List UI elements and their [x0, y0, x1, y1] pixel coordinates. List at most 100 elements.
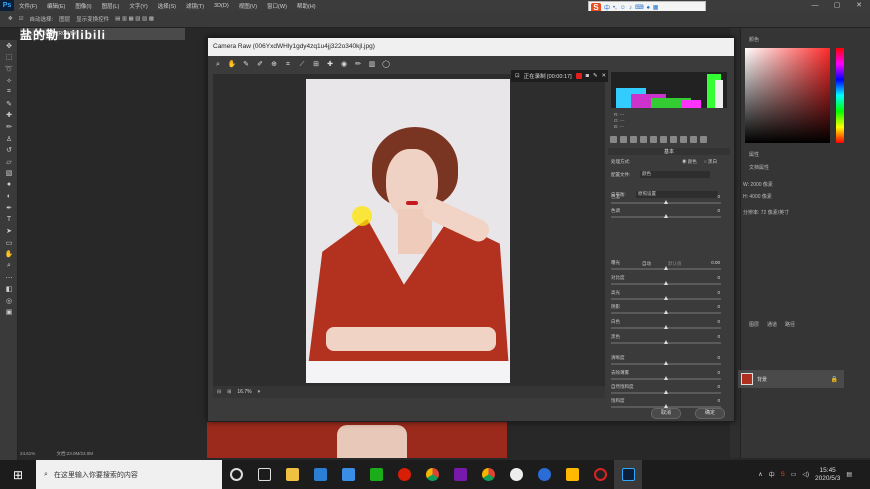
split-toning-icon[interactable] — [650, 136, 657, 143]
brush-icon[interactable]: ✏ — [0, 121, 18, 133]
lasso-icon[interactable]: ➰ — [0, 63, 18, 75]
photoshop-taskbar-icon[interactable] — [614, 460, 642, 489]
move-tool-icon[interactable]: ✥ — [8, 16, 13, 22]
mic-icon[interactable]: ♪ — [629, 5, 632, 11]
slider-8[interactable]: 清晰度 0 — [611, 355, 726, 369]
radial-filter-icon[interactable]: ◯ — [381, 60, 391, 70]
auto-select-mode[interactable]: 图层 — [59, 15, 70, 23]
slider-4[interactable]: 高光 0 — [611, 290, 726, 304]
slider-1[interactable]: 色调 0 — [611, 208, 726, 222]
slider-knob[interactable] — [663, 390, 668, 394]
onenote-icon[interactable] — [446, 460, 474, 489]
pen-icon[interactable]: ✒ — [0, 202, 18, 214]
close-icon[interactable]: ✕ — [848, 0, 870, 11]
slider-knob[interactable] — [663, 376, 668, 380]
layer-row[interactable]: 背景 🔒 — [738, 370, 844, 388]
portrait-photo[interactable] — [306, 79, 510, 383]
menu-edit[interactable]: 编辑(E) — [42, 2, 70, 10]
zoom-level[interactable]: 16.7% — [237, 389, 251, 395]
sogou-tray-icon[interactable]: S — [781, 472, 785, 478]
cortana-icon[interactable] — [222, 460, 250, 489]
slider-value[interactable]: 0 — [717, 355, 720, 360]
hsl-icon[interactable] — [640, 136, 647, 143]
taskbar-search[interactable]: ⌕ 在这里输入你要搜索的内容 — [36, 460, 222, 489]
dodge-icon[interactable]: ◐ — [0, 191, 18, 203]
color-picker-field[interactable] — [745, 48, 830, 143]
volume-icon[interactable]: ◁) — [802, 471, 809, 478]
menu-filter[interactable]: 滤镜(T) — [181, 2, 209, 10]
move-icon[interactable]: ✥ — [0, 40, 18, 52]
network-app-icon[interactable] — [530, 460, 558, 489]
detail-icon[interactable] — [630, 136, 637, 143]
type-icon[interactable]: T — [0, 214, 18, 226]
menu-view[interactable]: 视图(V) — [234, 2, 262, 10]
menu-file[interactable]: 文件(F) — [14, 2, 42, 10]
crop-icon[interactable]: ⌗ — [0, 86, 18, 98]
keyboard-icon[interactable]: ⌨ — [635, 4, 644, 11]
record-app-icon[interactable] — [586, 460, 614, 489]
clock[interactable]: 15:45 2020/5/3 — [815, 467, 840, 483]
align-icons[interactable]: ▤ ▥ ▦ ▧ ▨ ▩ — [115, 16, 154, 22]
slider-0[interactable]: 色温 0 — [611, 194, 726, 208]
auto-select-checkbox[interactable]: ☑ — [19, 16, 24, 22]
network-icon[interactable]: ▭ — [791, 471, 797, 478]
compass-icon[interactable] — [502, 460, 530, 489]
magic-wand-icon[interactable]: ✧ — [0, 75, 18, 87]
transform-icon[interactable]: ⊞ — [311, 60, 321, 70]
smile-icon[interactable]: ☺ — [620, 5, 626, 11]
crop-tool-icon[interactable]: ⌗ — [283, 60, 293, 70]
color-sampler-icon[interactable]: ✐ — [255, 60, 265, 70]
slider-knob[interactable] — [663, 214, 668, 218]
white-balance-icon[interactable]: ✎ — [241, 60, 251, 70]
more-tools-icon[interactable]: ⋯ — [0, 272, 18, 284]
menu-3d[interactable]: 3D(D) — [209, 3, 234, 9]
slider-knob[interactable] — [663, 296, 668, 300]
slider-knob[interactable] — [663, 281, 668, 285]
slider-knob[interactable] — [663, 200, 668, 204]
snapshots-icon[interactable] — [700, 136, 707, 143]
menu-type[interactable]: 文字(Y) — [124, 2, 152, 10]
shirt-icon[interactable]: ♠ — [647, 5, 650, 11]
slider-value[interactable]: 0 — [717, 194, 720, 199]
color-swatch-icon[interactable]: ◧ — [0, 283, 18, 295]
shape-icon[interactable]: ▭ — [0, 237, 18, 249]
slider-value[interactable]: 0 — [717, 208, 720, 213]
target-adjust-icon[interactable]: ⊕ — [269, 60, 279, 70]
red-eye-icon[interactable]: ◉ — [339, 60, 349, 70]
windows-start-icon[interactable]: ⊞ — [0, 460, 36, 489]
healing-icon[interactable]: ✚ — [0, 110, 18, 122]
blur-icon[interactable]: ● — [0, 179, 18, 191]
tray-up-icon[interactable]: ∧ — [758, 471, 762, 478]
photos-icon[interactable] — [558, 460, 586, 489]
slider-value[interactable]: 0 — [717, 304, 720, 309]
slider-knob[interactable] — [663, 340, 668, 344]
screen-mode-icon[interactable]: ▣ — [0, 307, 18, 319]
slider-value[interactable]: 0 — [717, 275, 720, 280]
slider-value[interactable]: 0 — [717, 384, 720, 389]
notification-icon[interactable]: ▤ — [846, 471, 852, 478]
layers-tab[interactable]: 图层 — [749, 321, 759, 328]
slider-knob[interactable] — [663, 325, 668, 329]
tray-language[interactable]: 中 — [769, 470, 775, 479]
file-explorer-icon[interactable] — [278, 460, 306, 489]
slider-6[interactable]: 白色 0 — [611, 319, 726, 333]
calibration-icon[interactable] — [680, 136, 687, 143]
profile-select[interactable]: 颜色 — [640, 171, 710, 178]
color-tab[interactable]: 颜色 — [749, 36, 759, 43]
pen-annotate-icon[interactable]: ✎ — [593, 73, 598, 79]
process-color-radio[interactable]: ◉ 颜色 — [682, 159, 697, 165]
basic-tab-icon[interactable] — [610, 136, 617, 143]
slider-7[interactable]: 黑色 0 — [611, 334, 726, 348]
zoom-icon[interactable]: ⌕ — [0, 260, 18, 272]
ok-button[interactable]: 确定 — [695, 408, 725, 419]
task-view-icon[interactable] — [250, 460, 278, 489]
menu-window[interactable]: 窗口(W) — [262, 2, 292, 10]
hand-icon[interactable]: ✋ — [0, 249, 18, 261]
slider-value[interactable]: 0 — [717, 319, 720, 324]
channels-tab[interactable]: 通道 — [767, 321, 777, 328]
effects-icon[interactable] — [670, 136, 677, 143]
tone-curve-icon[interactable] — [620, 136, 627, 143]
adjustment-brush-icon[interactable]: ✏ — [353, 60, 363, 70]
slider-value[interactable]: 0 — [717, 398, 720, 403]
path-select-icon[interactable]: ➤ — [0, 226, 18, 238]
